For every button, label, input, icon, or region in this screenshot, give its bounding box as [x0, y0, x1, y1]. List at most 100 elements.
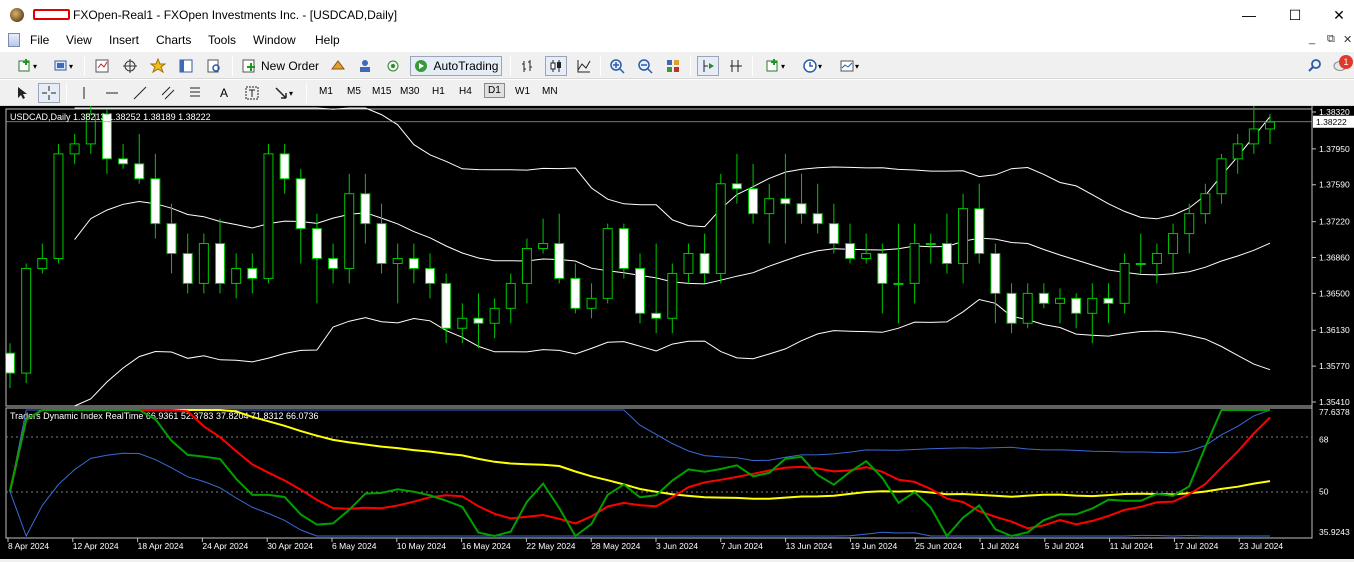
price-tick-label: 1.35770 [1319, 361, 1350, 371]
auto-trading-label: AutoTrading [433, 59, 499, 73]
text-label-button[interactable] [242, 83, 262, 103]
date-tick-label: 5 Jul 2024 [1045, 541, 1084, 551]
mdi-minimize-button[interactable]: _ [1309, 33, 1315, 45]
tile-windows-button[interactable] [663, 56, 683, 76]
timeframe-w1[interactable]: W1 [515, 86, 530, 97]
candle-bearish [376, 223, 387, 264]
vertical-line-icon [83, 87, 85, 99]
timeframe-h1[interactable]: H1 [432, 86, 445, 97]
menu-insert[interactable]: Insert [109, 33, 139, 47]
profiles-button[interactable]: ▾ [48, 56, 78, 76]
cursor-tool-button[interactable] [12, 83, 32, 103]
magnifier-page-icon [207, 59, 220, 73]
mdi-close-button[interactable]: ✕ [1343, 33, 1352, 46]
menu-charts[interactable]: Charts [156, 33, 191, 47]
broadcast-icon [387, 60, 399, 72]
text-tool-icon: A [219, 86, 228, 100]
zoom-in-button[interactable] [607, 56, 627, 76]
timeframe-d1[interactable]: D1 [484, 83, 505, 98]
arrows-button[interactable]: ▾ [268, 83, 298, 103]
terminal-button[interactable] [176, 56, 196, 76]
signals-button[interactable] [355, 56, 375, 76]
navigator-button[interactable] [148, 56, 168, 76]
horizontal-line-button[interactable] [102, 83, 122, 103]
candle-bearish [5, 352, 15, 374]
indicators-button[interactable]: ▾ [760, 56, 790, 76]
periods-button[interactable]: ▾ [797, 56, 827, 76]
chart-window-icon[interactable] [8, 33, 20, 47]
strategy-tester-button[interactable] [204, 56, 224, 76]
line-chart-button[interactable] [574, 56, 594, 76]
experts-button[interactable] [328, 56, 348, 76]
mdi-restore-button[interactable]: ⧉ [1327, 33, 1335, 46]
date-tick-label: 11 Jul 2024 [1110, 541, 1154, 551]
candle-bullish [489, 307, 500, 324]
menu-tools[interactable]: Tools [208, 33, 236, 47]
text-tool-button[interactable]: A [214, 83, 234, 103]
auto-scroll-button[interactable] [697, 56, 719, 76]
search-button[interactable] [1306, 56, 1324, 76]
candle-bearish [279, 153, 290, 180]
candle-bearish [1071, 297, 1082, 314]
candle-bearish [1038, 292, 1049, 304]
indicator-tick-label: 35.9243 [1319, 527, 1350, 537]
market-button[interactable] [383, 56, 403, 76]
toolbar-separator [84, 56, 85, 76]
trendline-button[interactable] [130, 83, 150, 103]
chart-header: USDCAD,Daily 1.38213 1.38252 1.38189 1.3… [10, 112, 211, 122]
zoom-out-button[interactable] [635, 56, 655, 76]
date-tick-label: 10 May 2024 [397, 541, 446, 551]
chart-window[interactable]: USDCAD,Daily 1.38213 1.38252 1.38189 1.3… [0, 104, 1354, 559]
fibonacci-button[interactable] [186, 83, 206, 103]
new-order-icon [242, 59, 255, 73]
candle-bearish [408, 257, 419, 269]
date-tick-label: 19 Jun 2024 [850, 541, 897, 551]
redacted-account [33, 9, 70, 20]
timeframe-m5[interactable]: M5 [347, 86, 361, 97]
indicator-tick-label: 77.6378 [1319, 407, 1350, 417]
date-tick-label: 6 May 2024 [332, 541, 377, 551]
vertical-line-button[interactable] [74, 83, 94, 103]
candlestick-icon [550, 60, 561, 72]
equidistant-channel-button[interactable] [158, 83, 178, 103]
close-button[interactable]: ✕ [1316, 0, 1354, 30]
auto-trading-button[interactable]: AutoTrading [410, 56, 502, 76]
maximize-button[interactable]: ☐ [1272, 0, 1318, 30]
date-tick-label: 30 Apr 2024 [267, 541, 313, 551]
crosshair-tool-button[interactable] [38, 83, 60, 103]
new-chart-button[interactable]: ▾ [12, 56, 42, 76]
timeframe-m30[interactable]: M30 [400, 86, 419, 97]
candlestick-button[interactable] [545, 56, 567, 76]
minimize-button[interactable]: — [1226, 0, 1272, 30]
price-tick-label: 1.37590 [1319, 180, 1350, 190]
indicator-header: Traders Dynamic Index RealTime 66.9361 5… [10, 411, 319, 421]
menu-help[interactable]: Help [315, 33, 340, 47]
menu-view[interactable]: View [66, 33, 92, 47]
candle-bullish [457, 317, 468, 329]
tdi-market-base [9, 409, 1271, 500]
timeframe-mn[interactable]: MN [542, 86, 558, 97]
candle-bearish [118, 158, 129, 165]
candle-bearish [182, 253, 193, 284]
candle-bullish [909, 243, 920, 284]
app-icon[interactable] [10, 8, 24, 22]
chart-canvas[interactable]: USDCAD,Daily 1.38213 1.38252 1.38189 1.3… [0, 104, 1354, 559]
menu-file[interactable]: File [30, 33, 49, 47]
templates-button[interactable]: ▾ [834, 56, 864, 76]
timeframe-h4[interactable]: H4 [459, 86, 472, 97]
timeframe-m1[interactable]: M1 [319, 86, 333, 97]
data-window-button[interactable] [120, 56, 140, 76]
market-watch-button[interactable] [92, 56, 112, 76]
price-tick-label: 1.38320 [1319, 107, 1350, 117]
notifications-button[interactable]: 1 [1330, 55, 1353, 76]
line-studies-toolbar: A ▾ M1 M5 M15 M30 H1 H4 D1 W1 MN [0, 79, 1354, 106]
menu-window[interactable]: Window [253, 33, 296, 47]
new-order-button[interactable]: New Order [240, 56, 320, 76]
candle-bearish [295, 178, 306, 230]
bar-chart-button[interactable] [518, 56, 538, 76]
candle-bearish [812, 213, 823, 225]
timeframe-m15[interactable]: M15 [372, 86, 391, 97]
chart-shift-button[interactable] [726, 56, 746, 76]
candle-bullish [21, 267, 32, 374]
candle-bullish [1168, 233, 1179, 255]
